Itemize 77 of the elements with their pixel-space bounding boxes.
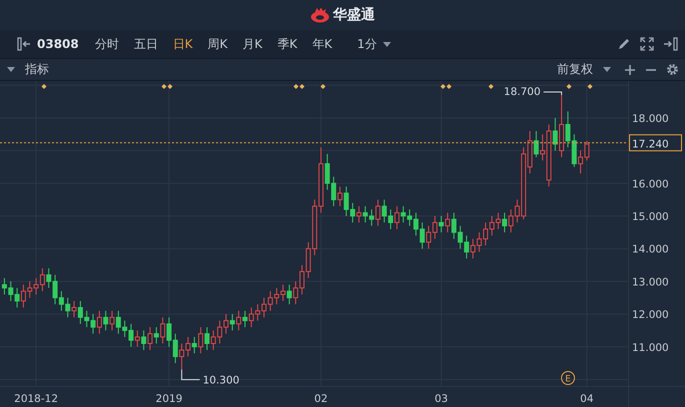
event-marker-icon[interactable] xyxy=(320,84,326,89)
plus-icon[interactable] xyxy=(624,64,636,76)
logo-icon xyxy=(310,7,330,23)
candlestick xyxy=(72,300,77,318)
current-price-tag: 17.240 xyxy=(629,134,682,152)
period-tab[interactable]: 日K xyxy=(166,36,199,52)
candlestick xyxy=(286,284,292,305)
candlestick xyxy=(242,310,248,328)
event-marker-icon[interactable] xyxy=(440,84,446,89)
date-axis-label: 03 xyxy=(434,393,448,405)
event-marker-icon[interactable] xyxy=(446,84,452,89)
fullscreen-icon[interactable] xyxy=(640,37,654,51)
high-price-label: 18.700 xyxy=(504,86,541,98)
stock-code: 03808 xyxy=(37,37,79,51)
period-tab[interactable]: 五日 xyxy=(128,36,164,52)
period-tab[interactable]: 年K xyxy=(306,36,338,52)
candlestick xyxy=(134,330,140,348)
caret-icon xyxy=(382,42,391,46)
price-tick-label: 13.000 xyxy=(632,276,669,288)
leader-line xyxy=(543,92,562,96)
candlestick xyxy=(110,310,115,331)
candlestick xyxy=(375,199,380,226)
event-marker-icon[interactable] xyxy=(294,84,298,89)
earnings-badge-icon[interactable]: E xyxy=(561,371,575,385)
period-tab[interactable]: 分时 xyxy=(88,36,125,52)
candlestick xyxy=(337,186,342,207)
event-marker-icon[interactable] xyxy=(42,84,46,89)
candlestick xyxy=(148,326,153,351)
candlestick xyxy=(445,212,450,233)
event-marker-icon[interactable] xyxy=(588,84,592,89)
candlestick xyxy=(141,330,146,351)
period-tab[interactable]: 季K xyxy=(271,36,304,52)
settings-icon[interactable] xyxy=(666,63,679,76)
candlestick xyxy=(534,130,539,158)
event-marker-icon[interactable] xyxy=(488,84,494,89)
candlestick xyxy=(502,212,508,233)
price-tick-label: 14.000 xyxy=(632,244,669,256)
candlestick xyxy=(230,314,235,331)
price-tick-label: 15.000 xyxy=(632,211,669,223)
date-axis-label: 2019 xyxy=(156,393,182,405)
collapse-left-icon[interactable] xyxy=(17,37,31,51)
price-tick-label: 18.000 xyxy=(632,112,669,125)
interval-dropdown[interactable]: 1分 xyxy=(353,36,395,52)
candlestick xyxy=(198,326,204,354)
candlestick xyxy=(192,336,197,354)
price-tick-label: 11.000 xyxy=(632,342,669,354)
candlestick xyxy=(236,310,242,331)
collapse-right-icon[interactable] xyxy=(663,37,679,51)
date-axis-label: 2018-12 xyxy=(14,393,58,405)
adjust-dropdown[interactable]: 前复权 xyxy=(557,61,611,78)
event-marker-icon[interactable] xyxy=(300,84,304,89)
price-tick-label: 16.000 xyxy=(632,178,669,190)
indicator-label[interactable]: 指标 xyxy=(25,61,49,78)
candlestick xyxy=(96,310,102,334)
brand-name: 华盛通 xyxy=(333,6,375,24)
candlestick xyxy=(394,206,400,230)
pencil-icon[interactable] xyxy=(617,37,631,51)
date-axis-label: 04 xyxy=(580,393,594,405)
event-marker-icon[interactable] xyxy=(162,84,166,89)
event-marker-icon[interactable] xyxy=(168,84,172,89)
candlestick xyxy=(356,206,362,224)
candlestick xyxy=(160,316,166,344)
candlestick xyxy=(103,310,108,331)
leader-line xyxy=(181,369,200,380)
candlestick xyxy=(204,326,210,351)
period-tab[interactable]: 月K xyxy=(236,36,268,52)
event-marker-icon[interactable] xyxy=(566,84,572,89)
caret-icon[interactable] xyxy=(7,67,15,72)
candlestick xyxy=(438,216,444,233)
candlestick xyxy=(154,326,159,344)
candlestick xyxy=(552,117,558,152)
caret-icon xyxy=(603,67,611,72)
ref-line-label: 17.240 xyxy=(632,138,669,150)
price-tick-label: 12.000 xyxy=(632,309,669,322)
low-price-label: 10.300 xyxy=(202,374,240,387)
date-axis-label: 02 xyxy=(314,393,328,405)
period-tab[interactable]: 周K xyxy=(202,36,234,52)
